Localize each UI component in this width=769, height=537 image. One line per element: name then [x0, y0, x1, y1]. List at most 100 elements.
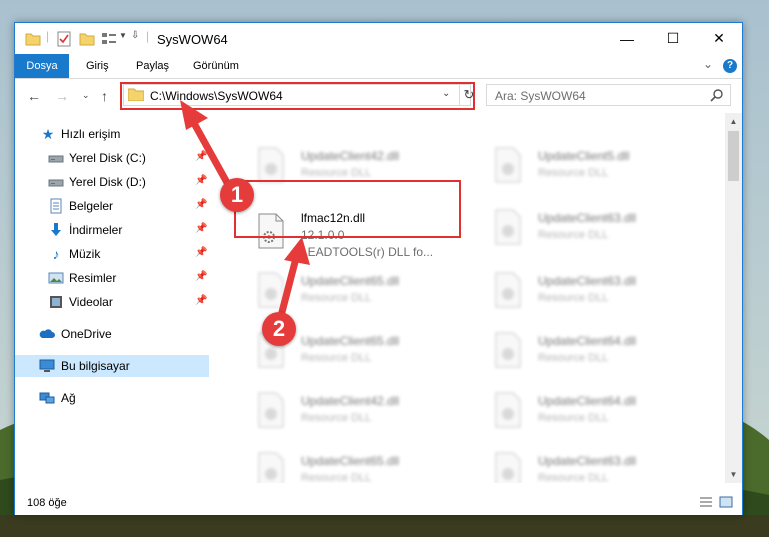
sidebar-item-disk-c[interactable]: Yerel Disk (C:) 📌	[15, 147, 209, 169]
details-view-icon[interactable]	[699, 496, 713, 508]
pin-icon[interactable]: 📌	[195, 295, 207, 306]
dll-file-icon	[258, 147, 284, 183]
vertical-scrollbar[interactable]: ▲ ▼	[725, 113, 742, 483]
pin-icon[interactable]: 📌	[195, 199, 207, 210]
sidebar-item-label: Ağ	[61, 391, 76, 405]
sidebar-item-quick-access[interactable]: ★ Hızlı erişim	[15, 123, 209, 145]
step-1-badge: 1	[220, 178, 254, 212]
sidebar-item-this-pc[interactable]: Bu bilgisayar	[15, 355, 209, 377]
close-button[interactable]: ✕	[696, 23, 742, 54]
file-name: UpdateClient65.dll	[301, 334, 400, 348]
sidebar-item-label: Yerel Disk (D:)	[69, 175, 146, 189]
separator: |	[146, 29, 150, 43]
sidebar-item-documents[interactable]: Belgeler 📌	[15, 195, 209, 217]
sidebar-item-pictures[interactable]: Resimler 📌	[15, 267, 209, 289]
tab-file[interactable]: Dosya	[15, 54, 69, 78]
sidebar-item-label: Yerel Disk (C:)	[69, 151, 146, 165]
step-2-badge: 2	[262, 312, 296, 346]
drive-icon	[48, 179, 64, 187]
view-icon[interactable]	[101, 31, 117, 47]
item-count: 108 öğe	[27, 497, 67, 509]
tab-view[interactable]: Görünüm	[193, 54, 239, 78]
search-placeholder: Ara: SysWOW64	[495, 89, 586, 103]
file-item[interactable]: UpdateClient65.dll Resource DLL	[253, 268, 473, 320]
computer-icon	[39, 359, 55, 372]
tab-share[interactable]: Paylaş	[136, 54, 169, 78]
folder-icon	[25, 33, 41, 46]
sidebar-item-label: Belgeler	[69, 199, 114, 213]
file-item[interactable]: UpdateClient63.dll Resource DLL	[490, 205, 710, 257]
maximize-button[interactable]: ☐	[650, 23, 696, 54]
sidebar-item-videos[interactable]: Videolar 📌	[15, 291, 209, 313]
search-box[interactable]: Ara: SysWOW64	[486, 84, 731, 106]
recent-locations-icon[interactable]: ⌄	[82, 90, 90, 101]
dll-file-icon	[258, 272, 284, 308]
sidebar-item-label: OneDrive	[61, 327, 112, 341]
music-icon: ♪	[52, 246, 60, 262]
file-highlight-box	[234, 180, 461, 238]
sidebar-item-downloads[interactable]: İndirmeler 📌	[15, 219, 209, 241]
pin-icon[interactable]: 📌	[195, 247, 207, 258]
download-icon	[51, 223, 61, 236]
file-description: LEADTOOLS(r) DLL fo...	[301, 245, 434, 259]
minimize-button[interactable]: —	[604, 23, 650, 54]
star-icon: ★	[41, 125, 55, 142]
up-arrow-icon[interactable]: ↑	[101, 88, 108, 104]
scroll-thumb[interactable]	[728, 131, 739, 181]
sidebar-item-label: Bu bilgisayar	[61, 359, 130, 373]
window-title: SysWOW64	[157, 32, 228, 47]
scroll-down-icon[interactable]: ▼	[725, 466, 742, 483]
file-description: Resource DLL	[301, 167, 372, 179]
dll-file-icon	[258, 392, 284, 428]
help-icon[interactable]: ?	[723, 59, 737, 73]
pin-icon[interactable]: 📌	[195, 271, 207, 282]
sidebar-item-label: Hızlı erişim	[61, 127, 121, 141]
customize-qat-icon[interactable]: ⇩	[131, 30, 139, 46]
properties-icon[interactable]	[56, 31, 72, 47]
sidebar-item-network[interactable]: Ağ	[15, 387, 209, 409]
large-icons-view-icon[interactable]	[719, 496, 733, 508]
pin-icon[interactable]: 📌	[195, 175, 207, 186]
forward-arrow-icon[interactable]: →	[55, 88, 69, 104]
new-folder-icon[interactable]	[79, 31, 95, 47]
pictures-icon	[48, 272, 64, 284]
network-icon	[39, 392, 55, 404]
file-name: UpdateClient63.dll	[538, 211, 637, 225]
file-name: UpdateClient65.dll	[301, 454, 400, 468]
file-item[interactable]: UpdateClient64.dll Resource DLL	[490, 388, 710, 440]
pin-icon[interactable]: 📌	[195, 223, 207, 234]
file-item[interactable]: UpdateClient63.dll Resource DLL	[490, 268, 710, 320]
expand-ribbon-icon[interactable]: ⌄	[703, 57, 713, 71]
chevron-down-icon[interactable]: ▼	[119, 31, 127, 47]
cloud-icon	[39, 329, 55, 338]
file-item[interactable]: UpdateClient63.dll Resource DLL	[490, 448, 710, 483]
search-icon[interactable]	[710, 88, 724, 102]
file-description: Resource DLL	[301, 352, 372, 364]
sidebar-item-label: Resimler	[69, 271, 117, 285]
file-item[interactable]: UpdateClient64.dll Resource DLL	[490, 328, 710, 380]
separator: |	[46, 29, 50, 43]
pin-icon[interactable]: 📌	[195, 151, 207, 162]
tab-home[interactable]: Giriş	[86, 54, 109, 78]
file-description: Resource DLL	[538, 167, 609, 179]
file-description: Resource DLL	[301, 292, 372, 304]
back-arrow-icon[interactable]: ←	[27, 88, 41, 104]
dll-file-icon	[258, 452, 284, 483]
dll-file-icon	[495, 209, 521, 245]
file-description: Resource DLL	[301, 412, 372, 424]
documents-icon	[50, 198, 62, 214]
dll-file-icon	[495, 272, 521, 308]
scroll-up-icon[interactable]: ▲	[725, 113, 742, 130]
ribbon-tabs: Dosya Giriş Paylaş Görünüm ⌄ ?	[15, 54, 742, 79]
sidebar-item-music[interactable]: ♪ Müzik 📌	[15, 243, 209, 265]
file-item[interactable]: UpdateClient42.dll Resource DLL	[253, 388, 473, 440]
file-description: Resource DLL	[538, 472, 609, 483]
sidebar-item-onedrive[interactable]: OneDrive	[15, 323, 209, 345]
file-description: Resource DLL	[538, 292, 609, 304]
address-highlight-box	[120, 82, 475, 110]
file-item[interactable]: UpdateClient5.dll Resource DLL	[490, 143, 710, 195]
videos-icon	[50, 296, 62, 308]
file-description: Resource DLL	[538, 412, 609, 424]
sidebar-item-disk-d[interactable]: Yerel Disk (D:) 📌	[15, 171, 209, 193]
file-item[interactable]: UpdateClient65.dll Resource DLL	[253, 448, 473, 483]
